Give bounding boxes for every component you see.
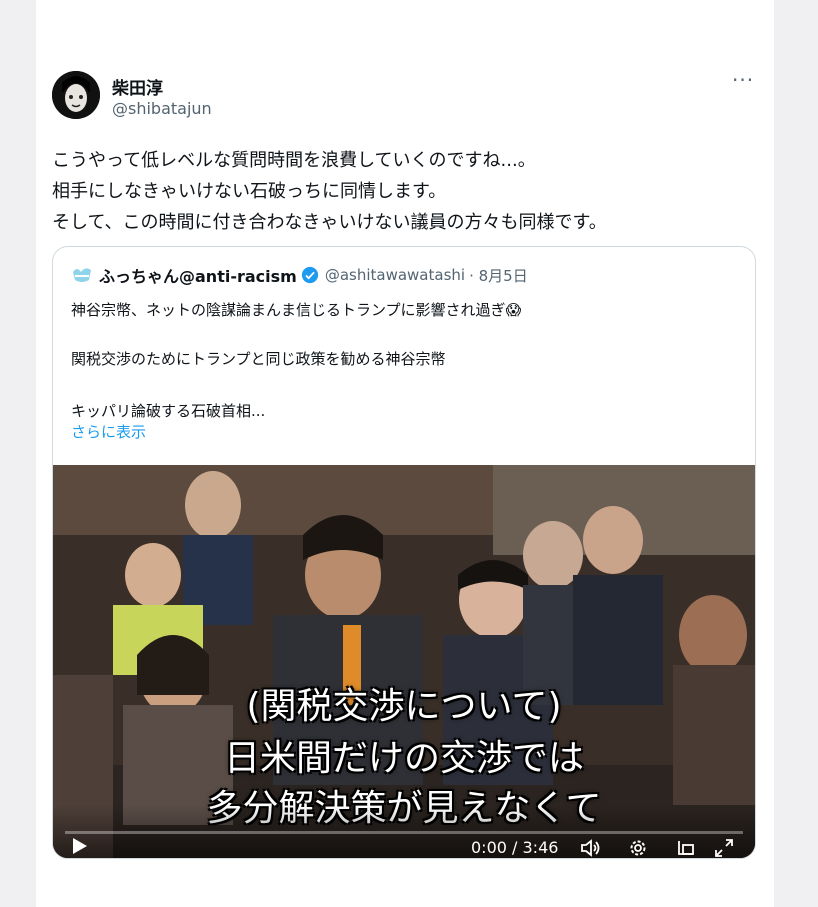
quoted-author-name[interactable]: ふっちゃん@anti-racism	[99, 263, 297, 287]
volume-icon[interactable]	[579, 837, 601, 858]
author-handle[interactable]: @shibatajun	[112, 99, 212, 118]
quoted-post-date[interactable]: · 8月5日	[469, 265, 528, 286]
quoted-text-line: 関税交渉のためにトランプと同じ政策を勧める神谷宗幣	[71, 350, 446, 368]
quoted-post[interactable]: ふっちゃん@anti-racism @ashitawawatashi · 8月5…	[52, 246, 756, 859]
post-text-line: そして、この時間に付き合わなきゃいけない議員の方々も同様です。	[52, 212, 607, 233]
fullscreen-icon[interactable]	[713, 837, 735, 858]
video-controls: 0:00 / 3:46	[53, 805, 755, 858]
video-time: 0:00 / 3:46	[471, 838, 559, 857]
post-text-line: 相手にしなきゃいけない石破っちに同情します。	[52, 181, 447, 202]
cast-icon[interactable]	[675, 837, 697, 858]
video-player[interactable]: (関税交渉について) 日米間だけの交渉では 多分解決策が見えなくて 0:00 /…	[53, 465, 755, 858]
video-progress-bar[interactable]	[65, 831, 743, 834]
verified-badge-icon	[301, 266, 318, 284]
play-icon[interactable]	[73, 838, 87, 854]
quoted-post-header: ふっちゃん@anti-racism @ashitawawatashi · 8月5…	[71, 263, 528, 287]
quoted-author-avatar[interactable]	[71, 264, 93, 286]
quoted-text-line: キッパリ論破する石破首相...	[71, 402, 266, 420]
gear-icon[interactable]	[627, 837, 649, 858]
quoted-author-handle[interactable]: @ashitawawatashi	[325, 266, 465, 284]
post-text-line: こうやって低レベルな質問時間を浪費していくのですね...。	[52, 150, 536, 171]
quoted-text-line: 神谷宗幣、ネットの陰謀論まんま信じるトランプに影響され過ぎ😱	[71, 301, 522, 319]
more-horizontal-icon[interactable]: ···	[732, 68, 754, 92]
author-avatar[interactable]	[52, 71, 100, 119]
show-more-link[interactable]: さらに表示	[71, 421, 146, 442]
author-name[interactable]: 柴田淳	[112, 74, 163, 99]
post-text: こうやって低レベルな質問時間を浪費していくのですね...。 相手にしなきゃいけな…	[52, 145, 752, 238]
video-subtitle: (関税交渉について)	[246, 686, 562, 727]
video-subtitle: 日米間だけの交渉では	[223, 738, 584, 779]
